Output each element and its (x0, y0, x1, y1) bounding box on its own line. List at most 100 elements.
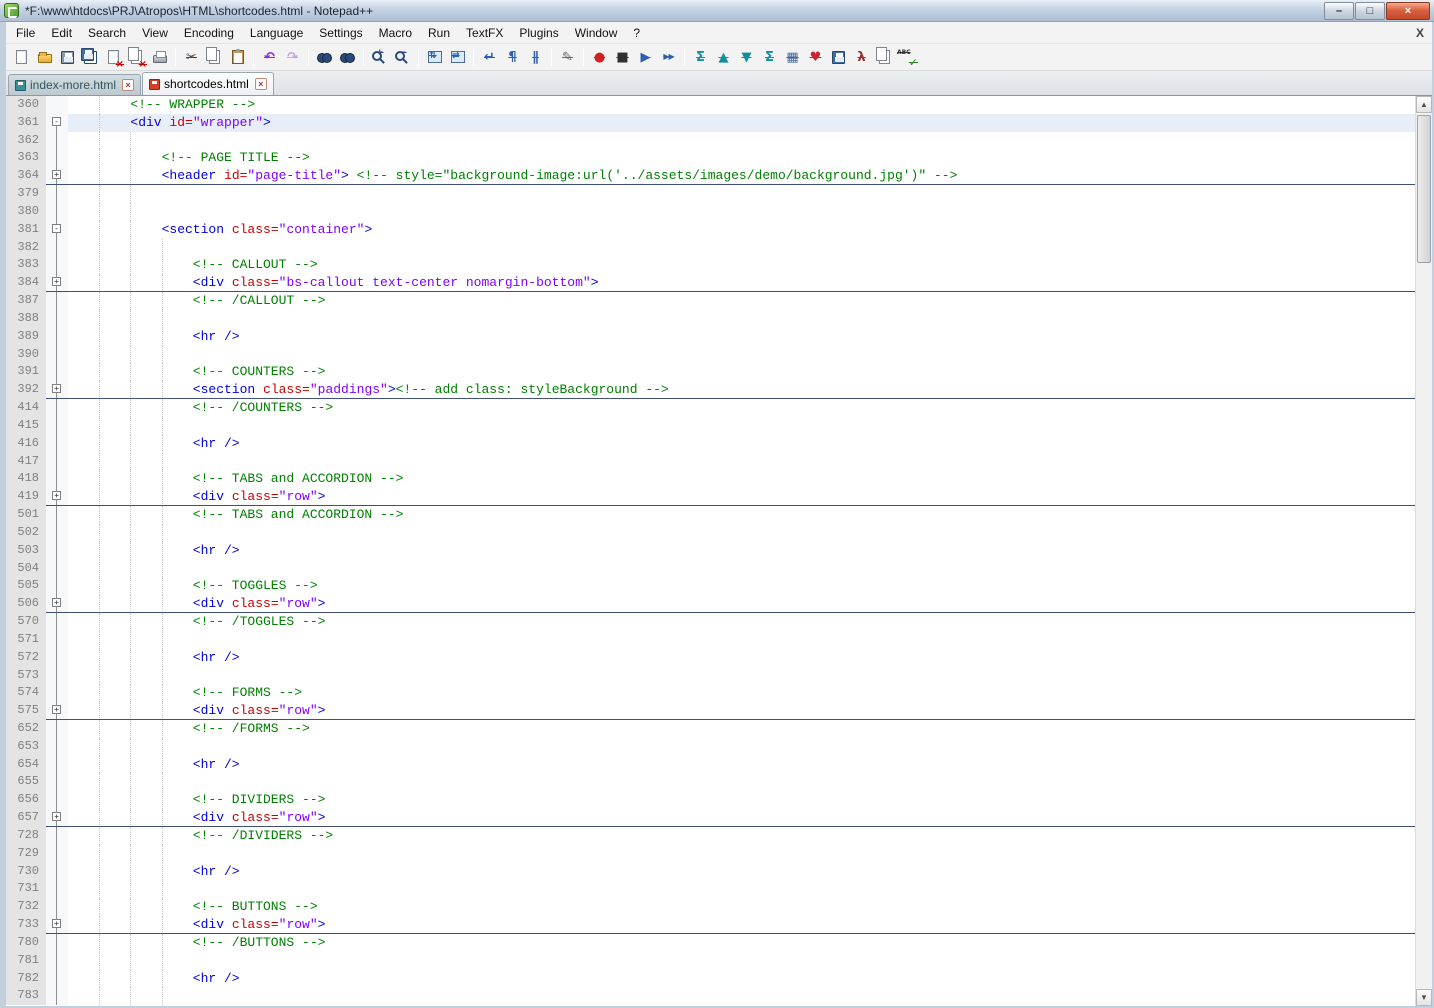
line-number[interactable]: 573 (6, 666, 46, 685)
new-file-button[interactable] (11, 47, 32, 68)
line-number[interactable]: 364 (6, 167, 46, 186)
code-text[interactable] (68, 951, 1415, 970)
menu-item-file[interactable]: File (8, 23, 43, 43)
fold-margin[interactable] (46, 363, 68, 382)
line-number[interactable]: 654 (6, 755, 46, 774)
line-number[interactable]: 506 (6, 595, 46, 614)
fold-margin[interactable] (46, 898, 68, 917)
line-number[interactable]: 416 (6, 434, 46, 453)
fold-margin[interactable] (46, 434, 68, 453)
code-line-419[interactable]: 419 + <div class="row"> (6, 488, 1415, 507)
textfx-sort-descending-button[interactable]: ▼ (736, 47, 757, 68)
fold-margin[interactable] (46, 844, 68, 863)
line-number[interactable]: 414 (6, 399, 46, 417)
fold-margin[interactable]: - (46, 220, 68, 239)
code-line-383[interactable]: 383 <!-- CALLOUT --> (6, 256, 1415, 275)
print-button[interactable] (149, 47, 170, 68)
menu-item-plugins[interactable]: Plugins (511, 23, 566, 43)
fold-margin[interactable] (46, 399, 68, 417)
code-line-388[interactable]: 388 (6, 309, 1415, 328)
menu-item-view[interactable]: View (134, 23, 176, 43)
line-number[interactable]: 730 (6, 862, 46, 881)
code-line-655[interactable]: 655 (6, 773, 1415, 792)
code-line-575[interactable]: 575 + <div class="row"> (6, 702, 1415, 720)
code-text[interactable]: <!-- /TOGGLES --> (68, 613, 1415, 631)
code-text[interactable]: <!-- TABS and ACCORDION --> (68, 470, 1415, 489)
fold-margin[interactable] (46, 630, 68, 649)
code-line-390[interactable]: 390 (6, 345, 1415, 364)
line-number[interactable]: 391 (6, 363, 46, 382)
fold-margin[interactable]: + (46, 702, 68, 720)
menu-item-encoding[interactable]: Encoding (176, 23, 242, 43)
line-number[interactable]: 729 (6, 844, 46, 863)
line-number[interactable]: 362 (6, 131, 46, 150)
favorites-plugin-button[interactable]: ♥ (805, 47, 826, 68)
code-line-381[interactable]: 381- <section class="container"> (6, 220, 1415, 239)
line-number[interactable]: 380 (6, 202, 46, 221)
title-bar[interactable]: *F:\www\htdocs\PRJ\Atropos\HTML\shortcod… (0, 0, 1434, 22)
line-number[interactable]: 381 (6, 220, 46, 239)
code-lines[interactable]: 360 <!-- WRAPPER --> 361- <div id="wrapper"… (6, 96, 1415, 1006)
line-number[interactable]: 390 (6, 345, 46, 364)
code-text[interactable]: <!-- CALLOUT --> (68, 256, 1415, 275)
close-document-button[interactable]: X (1416, 26, 1424, 40)
line-number[interactable]: 572 (6, 648, 46, 667)
code-line-574[interactable]: 574 <!-- FORMS --> (6, 684, 1415, 703)
code-text[interactable]: <hr /> (68, 434, 1415, 453)
textfx-sum-button[interactable]: Σ (759, 47, 780, 68)
line-number[interactable]: 363 (6, 149, 46, 168)
tab-shortcodes[interactable]: shortcodes.html × (142, 72, 274, 95)
line-number[interactable]: 360 (6, 96, 46, 114)
textfx-sort-ascending-button[interactable]: ▲ (713, 47, 734, 68)
code-line-653[interactable]: 653 (6, 737, 1415, 756)
menu-item-language[interactable]: Language (242, 23, 311, 43)
code-text[interactable] (68, 880, 1415, 899)
fold-margin[interactable] (46, 577, 68, 596)
fold-margin[interactable] (46, 345, 68, 364)
fold-margin[interactable] (46, 292, 68, 310)
line-number[interactable]: 732 (6, 898, 46, 917)
line-number[interactable]: 504 (6, 559, 46, 578)
code-line-503[interactable]: 503 <hr /> (6, 541, 1415, 560)
vertical-scrollbar[interactable]: ▲ ▼ (1415, 96, 1432, 1006)
code-text[interactable] (68, 737, 1415, 756)
fold-margin[interactable]: + (46, 167, 68, 186)
line-number[interactable]: 415 (6, 416, 46, 435)
code-line-506[interactable]: 506 + <div class="row"> (6, 595, 1415, 614)
close-all-files-button[interactable]: × (126, 47, 147, 69)
code-text[interactable]: <section class="paddings"><!-- add class… (68, 381, 1415, 400)
line-number[interactable]: 379 (6, 185, 46, 203)
code-text[interactable]: <!-- BUTTONS --> (68, 898, 1415, 917)
textfx-sigma-button[interactable]: Σ (690, 47, 711, 68)
line-number[interactable]: 361 (6, 113, 46, 132)
fold-expand-icon[interactable]: + (52, 598, 61, 608)
scroll-down-icon[interactable]: ▼ (1416, 989, 1432, 1006)
fold-margin[interactable] (46, 666, 68, 685)
menu-item-search[interactable]: Search (80, 23, 134, 43)
maximize-button[interactable]: □ (1355, 1, 1385, 20)
line-number[interactable]: 571 (6, 630, 46, 649)
fold-margin[interactable] (46, 452, 68, 471)
tab-close-icon[interactable]: × (122, 79, 135, 91)
fold-margin[interactable] (46, 987, 68, 1006)
paste-button[interactable] (227, 47, 248, 68)
code-text[interactable]: <div class="row"> (68, 809, 1415, 827)
fold-margin[interactable] (46, 327, 68, 346)
code-text[interactable] (68, 987, 1415, 1006)
fold-margin[interactable] (46, 969, 68, 988)
code-text[interactable]: <div id="wrapper"> (68, 113, 1415, 132)
fold-margin[interactable]: + (46, 809, 68, 827)
fold-margin[interactable] (46, 541, 68, 560)
user-defined-dialog-button[interactable]: ✎ (557, 47, 578, 68)
code-text[interactable]: <div class="row"> (68, 916, 1415, 934)
line-number[interactable]: 503 (6, 541, 46, 560)
code-text[interactable] (68, 523, 1415, 542)
code-text[interactable] (68, 630, 1415, 649)
code-line-415[interactable]: 415 (6, 416, 1415, 435)
code-line-380[interactable]: 380 (6, 202, 1415, 221)
code-text[interactable] (68, 416, 1415, 435)
code-text[interactable]: <hr /> (68, 541, 1415, 560)
code-line-363[interactable]: 363 <!-- PAGE TITLE --> (6, 149, 1415, 168)
menu-item-help[interactable]: ? (625, 23, 648, 43)
fold-margin[interactable]: + (46, 595, 68, 614)
